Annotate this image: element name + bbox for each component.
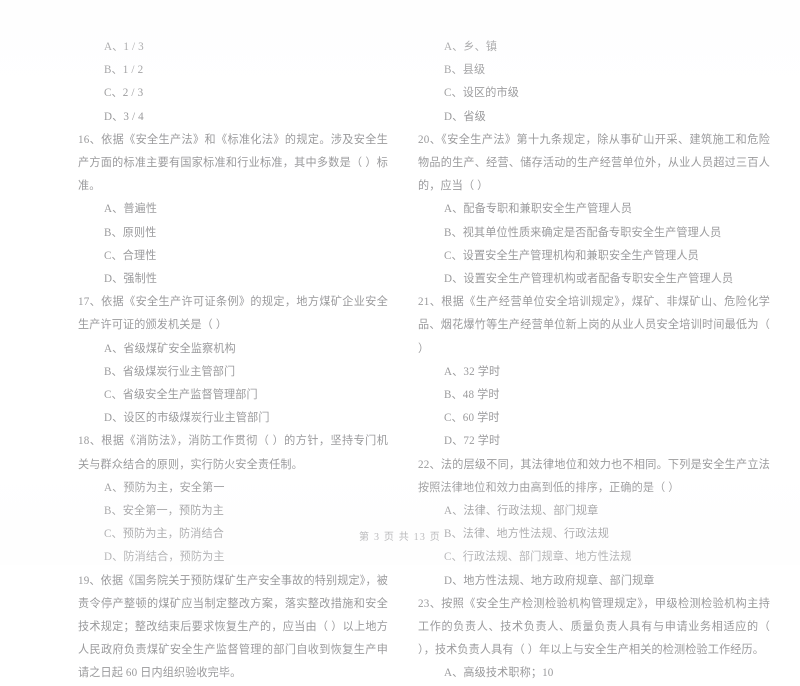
option-item[interactable]: A、配备专职和兼职安全生产管理人员 [418,198,770,221]
question-stem: 21、根据《生产经营单位安全培训规定》，煤矿、非煤矿山、危险化学品、烟花爆竹等生… [418,296,770,355]
right-leading-options: A、乡、镇 B、县级 C、设区的市级 D、省级 [418,36,770,129]
option-item[interactable]: B、视其单位性质来确定是否配备专职安全生产管理人员 [418,222,770,245]
option-item[interactable]: B、48 学时 [418,384,770,407]
exam-page: A、1 / 3 B、1 / 2 C、2 / 3 D、3 / 4 16、依据《安全… [0,0,800,679]
option-item[interactable]: B、省级煤炭行业主管部门 [78,361,388,384]
question-19: 19、依据《国务院关于预防煤矿生产安全事故的特别规定》，被责令停产整顿的煤矿应当… [78,570,388,686]
right-column: A、乡、镇 B、县级 C、设区的市级 D、省级 20、《安全生产法》第十九条规定… [400,36,800,686]
option-item[interactable]: C、设置安全生产管理机构和兼职安全生产管理人员 [418,245,770,268]
option-item[interactable]: A、高级技术职称；10 [418,662,770,685]
option-item[interactable]: D、设置安全生产管理机构或者配备专职安全生产管理人员 [418,268,770,291]
question-16: 16、依据《安全生产法》和《标准化法》的规定。涉及安全生产方面的标准主要有国家标… [78,129,388,291]
question-22: 22、法的层级不同，其法律地位和效力也不相同。下列是安全生产立法按照法律地位和效… [418,454,770,593]
option-item[interactable]: C、设区的市级 [418,82,770,105]
question-stem: 22、法的层级不同，其法律地位和效力也不相同。下列是安全生产立法按照法律地位和效… [418,458,770,494]
question-23: 23、按照《安全生产检测检验机构管理规定》，甲级检测检验机构主持工作的负责人、技… [418,593,770,686]
question-17: 17、依据《安全生产许可证条例》的规定，地方煤矿企业安全生产许可证的颁发机关是（… [78,291,388,430]
option-item[interactable]: D、设区的市级煤炭行业主管部门 [78,407,388,430]
option-item[interactable]: A、法律、行政法规、部门规章 [418,500,770,523]
two-column-body: A、1 / 3 B、1 / 2 C、2 / 3 D、3 / 4 16、依据《安全… [0,36,800,686]
option-item[interactable]: A、普遍性 [78,198,388,221]
option-item[interactable]: D、地方性法规、地方政府规章、部门规章 [418,570,770,593]
left-column: A、1 / 3 B、1 / 2 C、2 / 3 D、3 / 4 16、依据《安全… [0,36,400,686]
option-item[interactable]: A、省级煤矿安全监察机构 [78,338,388,361]
question-stem: 23、按照《安全生产检测检验机构管理规定》，甲级检测检验机构主持工作的负责人、技… [418,597,770,657]
option-item[interactable]: A、32 学时 [418,361,770,384]
question-stem: 18、根据《消防法》，消防工作贯彻（ ）的方针，坚持专门机关与群众结合的原则，实… [78,435,388,471]
option-item[interactable]: D、防消结合，预防为主 [78,546,388,569]
question-stem: 17、依据《安全生产许可证条例》的规定，地方煤矿企业安全生产许可证的颁发机关是（… [78,296,388,332]
option-item[interactable]: B、1 / 2 [78,59,388,82]
option-item[interactable]: C、省级安全生产监督管理部门 [78,384,388,407]
option-item[interactable]: B、县级 [418,59,770,82]
option-item[interactable]: A、预防为主，安全第一 [78,477,388,500]
option-item[interactable]: C、行政法规、部门规章、地方性法规 [418,546,770,569]
option-item[interactable]: D、3 / 4 [78,106,388,129]
option-item[interactable]: D、强制性 [78,268,388,291]
question-20: 20、《安全生产法》第十九条规定，除从事矿山开采、建筑施工和危险物品的生产、经营… [418,129,770,291]
page-footer: 第 3 页 共 13 页 [359,532,441,543]
option-item[interactable]: C、合理性 [78,245,388,268]
option-item[interactable]: C、2 / 3 [78,82,388,105]
question-stem: 19、依据《国务院关于预防煤矿生产安全事故的特别规定》，被责令停产整顿的煤矿应当… [78,574,388,680]
left-leading-options: A、1 / 3 B、1 / 2 C、2 / 3 D、3 / 4 [78,36,388,129]
option-item[interactable]: C、60 学时 [418,407,770,430]
option-item[interactable]: A、1 / 3 [78,36,388,59]
question-21: 21、根据《生产经营单位安全培训规定》，煤矿、非煤矿山、危险化学品、烟花爆竹等生… [418,291,770,453]
option-item[interactable]: D、72 学时 [418,430,770,453]
option-item[interactable]: B、安全第一，预防为主 [78,500,388,523]
option-item[interactable]: A、乡、镇 [418,36,770,59]
question-stem: 20、《安全生产法》第十九条规定，除从事矿山开采、建筑施工和危险物品的生产、经营… [418,133,770,193]
option-item[interactable]: B、原则性 [78,222,388,245]
question-stem: 16、依据《安全生产法》和《标准化法》的规定。涉及安全生产方面的标准主要有国家标… [78,133,388,193]
question-18: 18、根据《消防法》，消防工作贯彻（ ）的方针，坚持专门机关与群众结合的原则，实… [78,430,388,569]
option-item[interactable]: D、省级 [418,106,770,129]
